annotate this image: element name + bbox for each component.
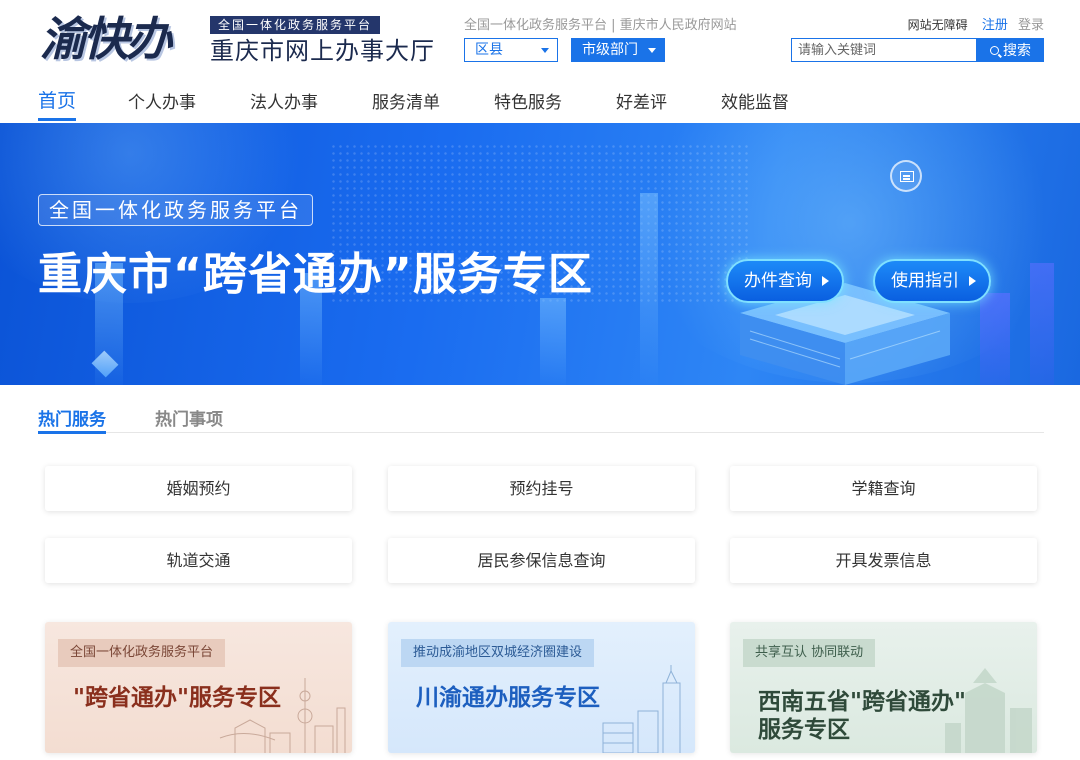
service-tabs: 热门服务 热门事项 bbox=[38, 405, 1044, 434]
service-marriage-appointment[interactable]: 婚姻预约 bbox=[45, 466, 352, 511]
nav-item-evaluation[interactable]: 好差评 bbox=[616, 88, 667, 123]
nav-item-supervision[interactable]: 效能监督 bbox=[721, 88, 789, 123]
banner-tag: 全国一体化政务服务平台 bbox=[38, 194, 313, 226]
site-header: 渝快办 全国一体化政务服务平台 重庆市网上办事大厅 全国一体化政务服务平台 | … bbox=[0, 0, 1080, 78]
skyline-illustration bbox=[602, 665, 681, 753]
banner-bar bbox=[640, 193, 658, 385]
card-tag: 推动成渝地区双城经济圈建设 bbox=[401, 639, 595, 667]
chevron-down-icon bbox=[648, 48, 656, 53]
nav-item-home[interactable]: 首页 bbox=[38, 86, 77, 121]
nav-item-service-list[interactable]: 服务清单 bbox=[372, 88, 440, 123]
banner-bar bbox=[1030, 263, 1054, 385]
card-tag: 全国一体化政务服务平台 bbox=[58, 639, 226, 667]
card-title: 西南五省"跨省通办" bbox=[758, 689, 966, 715]
login-link[interactable]: 登录 bbox=[1018, 18, 1044, 33]
search-button-label: 搜索 bbox=[1003, 42, 1031, 58]
banner-bar bbox=[980, 293, 1010, 385]
news-icon[interactable] bbox=[890, 160, 922, 192]
service-invoice-info[interactable]: 开具发票信息 bbox=[730, 538, 1037, 583]
search-input[interactable] bbox=[791, 38, 977, 62]
search-box: 搜索 bbox=[791, 38, 1044, 62]
arrow-right-icon bbox=[969, 276, 976, 286]
logo-mark: 渝快办 bbox=[40, 12, 172, 66]
main-nav: 首页 个人办事 法人办事 服务清单 特色服务 好差评 效能监督 bbox=[0, 78, 1080, 123]
case-query-button[interactable]: 办件查询 bbox=[726, 259, 844, 303]
card-cross-province-zone[interactable]: 全国一体化政务服务平台 "跨省通办"服务专区 bbox=[45, 622, 352, 753]
tab-hot-services[interactable]: 热门服务 bbox=[38, 405, 106, 434]
logo-slogan: 全国一体化政务服务平台 bbox=[210, 16, 381, 34]
card-title-line-2: 服务专区 bbox=[758, 717, 850, 743]
banner-title: 重庆市“跨省通办”服务专区 bbox=[38, 249, 593, 300]
top-links[interactable]: 全国一体化政务服务平台 | 重庆市人民政府网站 bbox=[464, 14, 737, 33]
user-links: 网站无障碍 注册 登录 bbox=[908, 14, 1044, 33]
search-button[interactable]: 搜索 bbox=[977, 38, 1044, 62]
card-title: 川渝通办服务专区 bbox=[416, 685, 600, 711]
service-student-status-query[interactable]: 学籍查询 bbox=[730, 466, 1037, 511]
search-icon bbox=[990, 46, 999, 55]
nav-item-personal[interactable]: 个人办事 bbox=[128, 88, 196, 123]
dept-select-label: 市级部门 bbox=[582, 42, 638, 58]
user-guide-label: 使用指引 bbox=[891, 271, 959, 291]
tab-hot-items[interactable]: 热门事项 bbox=[155, 405, 223, 433]
accessibility-link[interactable]: 网站无障碍 bbox=[908, 18, 968, 32]
case-query-label: 办件查询 bbox=[744, 271, 812, 291]
card-southwest-five-provinces-zone[interactable]: 共享互认 协同联动 西南五省"跨省通办" 服务专区 bbox=[730, 622, 1037, 753]
service-rail-transit[interactable]: 轨道交通 bbox=[45, 538, 352, 583]
card-title: "跨省通办"服务专区 bbox=[73, 685, 281, 711]
hero-banner: 全国一体化政务服务平台 重庆市“跨省通办”服务专区 办件查询 使用指引 bbox=[0, 123, 1080, 385]
user-guide-button[interactable]: 使用指引 bbox=[873, 259, 991, 303]
logo-title: 重庆市网上办事大厅 bbox=[210, 37, 435, 65]
area-select[interactable]: 区县 bbox=[464, 38, 558, 62]
nav-item-featured[interactable]: 特色服务 bbox=[494, 88, 562, 123]
dept-select[interactable]: 市级部门 bbox=[571, 38, 665, 62]
card-tag: 共享互认 协同联动 bbox=[743, 639, 876, 667]
register-link[interactable]: 注册 bbox=[982, 18, 1008, 33]
arrow-right-icon bbox=[822, 276, 829, 286]
service-insurance-query[interactable]: 居民参保信息查询 bbox=[388, 538, 695, 583]
chevron-down-icon bbox=[541, 48, 549, 53]
site-logo[interactable]: 渝快办 全国一体化政务服务平台 重庆市网上办事大厅 bbox=[40, 8, 435, 70]
banner-bar bbox=[540, 298, 566, 385]
area-select-label: 区县 bbox=[475, 42, 503, 58]
nav-item-corporate[interactable]: 法人办事 bbox=[250, 88, 318, 123]
service-hospital-registration[interactable]: 预约挂号 bbox=[388, 466, 695, 511]
card-sichuan-chongqing-zone[interactable]: 推动成渝地区双城经济圈建设 川渝通办服务专区 bbox=[388, 622, 695, 753]
